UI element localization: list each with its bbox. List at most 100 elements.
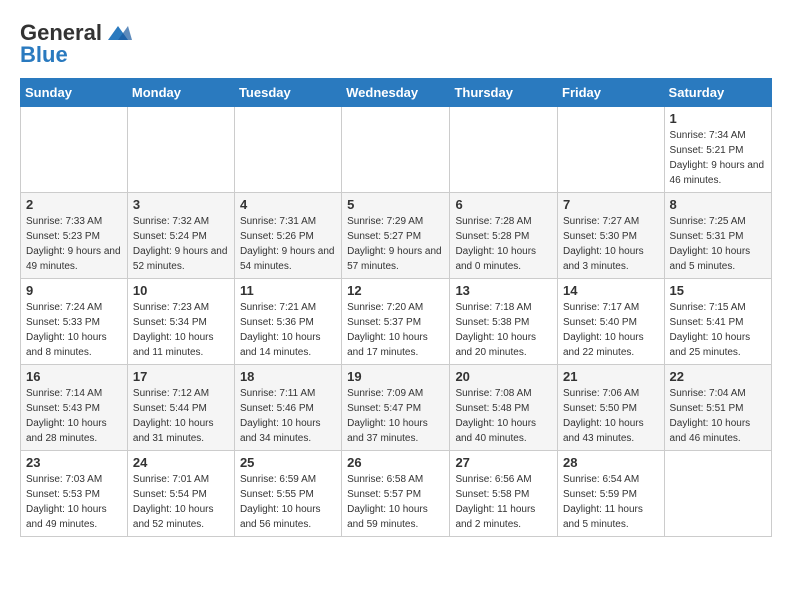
calendar-cell	[21, 107, 128, 193]
day-info: Sunrise: 7:25 AM Sunset: 5:31 PM Dayligh…	[670, 214, 766, 274]
calendar-cell: 16Sunrise: 7:14 AM Sunset: 5:43 PM Dayli…	[21, 365, 128, 451]
day-info: Sunrise: 7:18 AM Sunset: 5:38 PM Dayligh…	[455, 300, 552, 360]
calendar-cell: 2 Sunrise: 7:33 AM Sunset: 5:23 PM Daylig…	[21, 193, 128, 279]
calendar-cell: 17 Sunrise: 7:12 AM Sunset: 5:44 PM Dayli…	[127, 365, 234, 451]
calendar-week-1: 1 Sunrise: 7:34 AM Sunset: 5:21 PM Daylig…	[21, 107, 772, 193]
day-info: Sunrise: 7:34 AM Sunset: 5:21 PM Dayligh…	[670, 128, 766, 188]
day-number: 14	[563, 283, 659, 298]
day-number: 6	[455, 197, 552, 212]
day-info: Sunrise: 6:56 AM Sunset: 5:58 PM Dayligh…	[455, 472, 552, 532]
calendar-cell: 5 Sunrise: 7:29 AM Sunset: 5:27 PM Daylig…	[342, 193, 450, 279]
day-info: Sunrise: 7:15 AM Sunset: 5:41 PM Dayligh…	[670, 300, 766, 360]
day-header-monday: Monday	[127, 79, 234, 107]
calendar-cell: 8 Sunrise: 7:25 AM Sunset: 5:31 PM Daylig…	[664, 193, 771, 279]
day-info: Sunrise: 7:28 AM Sunset: 5:28 PM Dayligh…	[455, 214, 552, 274]
day-info: Sunrise: 7:17 AM Sunset: 5:40 PM Dayligh…	[563, 300, 659, 360]
calendar-cell: 4Sunrise: 7:31 AM Sunset: 5:26 PM Daylig…	[234, 193, 341, 279]
day-info: Sunrise: 7:12 AM Sunset: 5:44 PM Dayligh…	[133, 386, 229, 446]
calendar-week-5: 23Sunrise: 7:03 AM Sunset: 5:53 PM Dayli…	[21, 451, 772, 537]
day-info: Sunrise: 7:31 AM Sunset: 5:26 PM Dayligh…	[240, 214, 336, 274]
calendar-table: SundayMondayTuesdayWednesdayThursdayFrid…	[20, 78, 772, 537]
calendar-cell: 13 Sunrise: 7:18 AM Sunset: 5:38 PM Dayli…	[450, 279, 558, 365]
day-info: Sunrise: 7:11 AM Sunset: 5:46 PM Dayligh…	[240, 386, 336, 446]
day-info: Sunrise: 7:09 AM Sunset: 5:47 PM Dayligh…	[347, 386, 444, 446]
day-number: 3	[133, 197, 229, 212]
calendar-cell: 7Sunrise: 7:27 AM Sunset: 5:30 PM Daylig…	[558, 193, 665, 279]
day-number: 24	[133, 455, 229, 470]
day-number: 15	[670, 283, 766, 298]
day-number: 13	[455, 283, 552, 298]
day-header-friday: Friday	[558, 79, 665, 107]
day-number: 28	[563, 455, 659, 470]
day-info: Sunrise: 7:21 AM Sunset: 5:36 PM Dayligh…	[240, 300, 336, 360]
day-number: 20	[455, 369, 552, 384]
logo-icon	[104, 22, 132, 44]
day-info: Sunrise: 7:14 AM Sunset: 5:43 PM Dayligh…	[26, 386, 122, 446]
day-info: Sunrise: 7:33 AM Sunset: 5:23 PM Dayligh…	[26, 214, 122, 274]
day-info: Sunrise: 7:01 AM Sunset: 5:54 PM Dayligh…	[133, 472, 229, 532]
calendar-cell: 6 Sunrise: 7:28 AM Sunset: 5:28 PM Daylig…	[450, 193, 558, 279]
calendar-week-2: 2 Sunrise: 7:33 AM Sunset: 5:23 PM Daylig…	[21, 193, 772, 279]
calendar-cell: 12Sunrise: 7:20 AM Sunset: 5:37 PM Dayli…	[342, 279, 450, 365]
calendar-cell: 28 Sunrise: 6:54 AM Sunset: 5:59 PM Dayli…	[558, 451, 665, 537]
calendar-header-row: SundayMondayTuesdayWednesdayThursdayFrid…	[21, 79, 772, 107]
day-number: 18	[240, 369, 336, 384]
day-number: 9	[26, 283, 122, 298]
calendar-cell: 3 Sunrise: 7:32 AM Sunset: 5:24 PM Daylig…	[127, 193, 234, 279]
calendar-cell	[234, 107, 341, 193]
day-number: 17	[133, 369, 229, 384]
calendar-cell: 23Sunrise: 7:03 AM Sunset: 5:53 PM Dayli…	[21, 451, 128, 537]
day-header-saturday: Saturday	[664, 79, 771, 107]
day-number: 10	[133, 283, 229, 298]
day-header-tuesday: Tuesday	[234, 79, 341, 107]
day-header-sunday: Sunday	[21, 79, 128, 107]
calendar-cell: 15 Sunrise: 7:15 AM Sunset: 5:41 PM Dayli…	[664, 279, 771, 365]
calendar-cell: 21 Sunrise: 7:06 AM Sunset: 5:50 PM Dayli…	[558, 365, 665, 451]
day-info: Sunrise: 7:08 AM Sunset: 5:48 PM Dayligh…	[455, 386, 552, 446]
calendar-cell	[450, 107, 558, 193]
day-header-wednesday: Wednesday	[342, 79, 450, 107]
calendar-cell: 14 Sunrise: 7:17 AM Sunset: 5:40 PM Dayli…	[558, 279, 665, 365]
day-number: 22	[670, 369, 766, 384]
calendar-week-4: 16Sunrise: 7:14 AM Sunset: 5:43 PM Dayli…	[21, 365, 772, 451]
calendar-cell	[664, 451, 771, 537]
calendar-cell: 25 Sunrise: 6:59 AM Sunset: 5:55 PM Dayli…	[234, 451, 341, 537]
calendar-cell: 27 Sunrise: 6:56 AM Sunset: 5:58 PM Dayli…	[450, 451, 558, 537]
calendar-cell: 19 Sunrise: 7:09 AM Sunset: 5:47 PM Dayli…	[342, 365, 450, 451]
day-number: 1	[670, 111, 766, 126]
calendar-cell: 18 Sunrise: 7:11 AM Sunset: 5:46 PM Dayli…	[234, 365, 341, 451]
day-info: Sunrise: 7:27 AM Sunset: 5:30 PM Dayligh…	[563, 214, 659, 274]
day-info: Sunrise: 6:59 AM Sunset: 5:55 PM Dayligh…	[240, 472, 336, 532]
day-info: Sunrise: 7:29 AM Sunset: 5:27 PM Dayligh…	[347, 214, 444, 274]
calendar-week-3: 9 Sunrise: 7:24 AM Sunset: 5:33 PM Daylig…	[21, 279, 772, 365]
day-number: 19	[347, 369, 444, 384]
day-info: Sunrise: 6:54 AM Sunset: 5:59 PM Dayligh…	[563, 472, 659, 532]
day-number: 2	[26, 197, 122, 212]
logo: General Blue	[20, 20, 132, 68]
day-info: Sunrise: 7:03 AM Sunset: 5:53 PM Dayligh…	[26, 472, 122, 532]
page-header: General Blue	[20, 20, 772, 68]
day-number: 26	[347, 455, 444, 470]
day-number: 8	[670, 197, 766, 212]
calendar-cell: 1 Sunrise: 7:34 AM Sunset: 5:21 PM Daylig…	[664, 107, 771, 193]
calendar-cell: 24 Sunrise: 7:01 AM Sunset: 5:54 PM Dayli…	[127, 451, 234, 537]
day-info: Sunrise: 6:58 AM Sunset: 5:57 PM Dayligh…	[347, 472, 444, 532]
calendar-cell	[342, 107, 450, 193]
calendar-cell: 10 Sunrise: 7:23 AM Sunset: 5:34 PM Dayli…	[127, 279, 234, 365]
calendar-cell	[558, 107, 665, 193]
calendar-cell: 11 Sunrise: 7:21 AM Sunset: 5:36 PM Dayli…	[234, 279, 341, 365]
calendar-cell	[127, 107, 234, 193]
day-info: Sunrise: 7:06 AM Sunset: 5:50 PM Dayligh…	[563, 386, 659, 446]
day-number: 11	[240, 283, 336, 298]
day-number: 25	[240, 455, 336, 470]
day-number: 27	[455, 455, 552, 470]
day-info: Sunrise: 7:32 AM Sunset: 5:24 PM Dayligh…	[133, 214, 229, 274]
day-info: Sunrise: 7:20 AM Sunset: 5:37 PM Dayligh…	[347, 300, 444, 360]
day-header-thursday: Thursday	[450, 79, 558, 107]
calendar-cell: 9 Sunrise: 7:24 AM Sunset: 5:33 PM Daylig…	[21, 279, 128, 365]
day-number: 21	[563, 369, 659, 384]
day-info: Sunrise: 7:24 AM Sunset: 5:33 PM Dayligh…	[26, 300, 122, 360]
day-info: Sunrise: 7:23 AM Sunset: 5:34 PM Dayligh…	[133, 300, 229, 360]
day-number: 5	[347, 197, 444, 212]
day-info: Sunrise: 7:04 AM Sunset: 5:51 PM Dayligh…	[670, 386, 766, 446]
